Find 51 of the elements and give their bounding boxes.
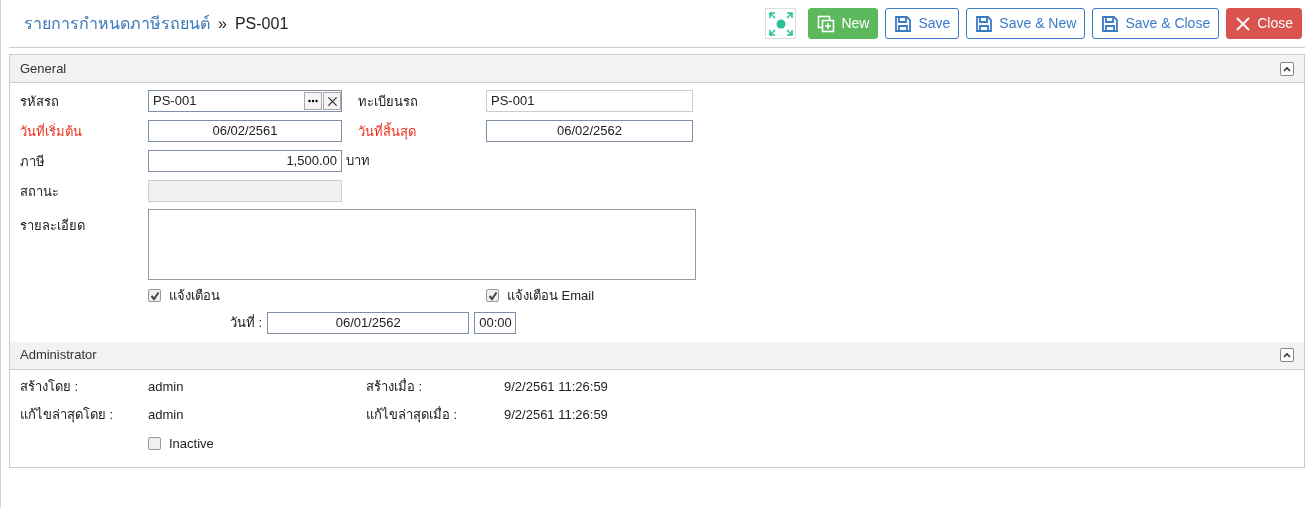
breadcrumb-separator: » (218, 13, 227, 34)
field-value: admin (148, 377, 185, 396)
section-title: Administrator (20, 346, 97, 365)
more-button[interactable] (304, 92, 322, 110)
collapse-toggle[interactable] (1280, 61, 1294, 76)
field-label: รายละเอียด (20, 218, 85, 233)
section-title: General (20, 59, 67, 78)
start-date-field[interactable]: 06/02/2561 (148, 120, 342, 142)
detail-textarea[interactable] (148, 209, 696, 280)
close-button[interactable]: Close (1226, 8, 1302, 39)
page-title: PS-001 (234, 13, 289, 34)
field-label: รหัสรถ (20, 94, 59, 109)
field-label: สร้างเมื่อ : (366, 377, 424, 396)
chevron-icon (1282, 350, 1292, 360)
end-date-field[interactable]: 06/02/2562 (486, 120, 693, 142)
notify-date-field[interactable]: 06/01/2562 (267, 311, 470, 334)
save-button[interactable]: Save (885, 8, 960, 39)
checkbox[interactable] (148, 436, 161, 450)
field-value: admin (148, 405, 185, 424)
field-value: 9/2/2561 11:26:59 (504, 377, 608, 396)
field-label: วันที่ : (230, 313, 263, 332)
field-label: แก้ไขล่าสุดเมื่อ : (366, 405, 459, 425)
expand-icon (767, 10, 794, 37)
field-label: วันที่เริ่มต้น (20, 124, 82, 139)
checkbox-label: แจ้งเตือน Email (507, 287, 595, 305)
close-icon (1235, 15, 1252, 32)
save-button[interactable]: Save & Close (1092, 8, 1220, 39)
field-label: แก้ไขล่าสุดโดย : (20, 405, 115, 425)
save-button[interactable]: Save & New (966, 8, 1086, 39)
field-value: 9/2/2561 11:26:59 (504, 405, 608, 424)
checkbox-label: แจ้งเตือน (169, 287, 220, 305)
checkbox[interactable] (486, 289, 499, 303)
car-code-field[interactable]: PS-001 (148, 90, 342, 112)
clear-button[interactable] (323, 92, 341, 110)
field-label: ทะเบียนรถ (358, 94, 418, 109)
plate-field[interactable]: PS-001 (486, 90, 693, 112)
tax-field[interactable]: 1,500.00 (148, 150, 342, 172)
checkbox-label: Inactive (169, 434, 214, 453)
field-label: สถานะ (20, 184, 59, 199)
notify-time-field[interactable]: 00:00 (474, 311, 517, 334)
close-icon (326, 95, 338, 107)
checkbox[interactable] (148, 289, 161, 303)
unit-label: บาท (346, 152, 370, 171)
breadcrumb-link[interactable]: รายการกำหนดภาษีรถยนต์ (24, 11, 210, 36)
field-label: สร้างโดย : (20, 377, 80, 396)
status-field[interactable] (148, 180, 342, 202)
add-copy-icon (817, 14, 836, 33)
collapse-toggle[interactable] (1280, 348, 1294, 362)
field-label: วันที่สิ้นสุด (358, 124, 416, 139)
field-label: ภาษี (20, 154, 45, 169)
ellipsis-icon (308, 99, 318, 103)
